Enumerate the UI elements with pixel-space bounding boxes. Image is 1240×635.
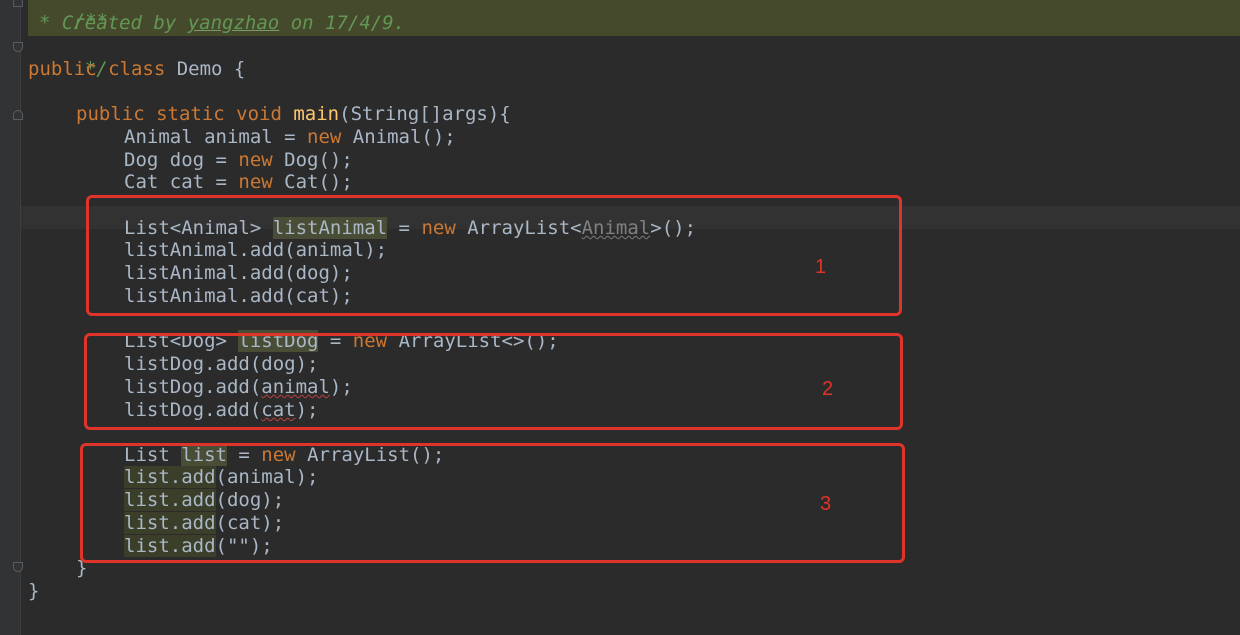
annotation-label-3: 3 — [820, 493, 832, 515]
code-line: * Created by yangzhao on 17/4/9. — [39, 12, 406, 34]
annotation-label-2: 2 — [822, 378, 834, 400]
code-line: /** — [28, 0, 108, 32]
annotation-box-3 — [80, 443, 905, 563]
comment-date: on 17/4/9. — [290, 12, 406, 34]
code-editor[interactable]: /** * Created by yangzhao on 17/4/9. */ … — [0, 0, 1240, 635]
line-gutter — [0, 0, 23, 635]
comment-author: yangzhao — [187, 12, 280, 34]
annotation-box-1 — [86, 195, 902, 316]
code-line: Animal animal = new Animal(); — [124, 126, 456, 148]
code-line: */ — [39, 35, 108, 80]
class-name: Demo { — [176, 58, 246, 80]
annotation-label-1: 1 — [815, 256, 827, 278]
keyword: public static void — [76, 103, 282, 125]
code-line: Dog dog = new Dog(); — [124, 149, 353, 171]
comment-text: Created by — [61, 12, 177, 34]
fold-icon[interactable] — [13, 110, 23, 120]
method-args: (String[]args){ — [339, 103, 511, 125]
code-line: public class Demo { — [28, 58, 245, 81]
annotation-box-2 — [84, 333, 903, 430]
fold-icon[interactable] — [13, 42, 23, 52]
keyword: public class — [28, 58, 166, 80]
code-line: public static void main(String[]args){ — [76, 103, 511, 126]
method-name: main — [293, 103, 340, 125]
code-line: Cat cat = new Cat(); — [124, 171, 353, 193]
fold-icon[interactable] — [13, 562, 23, 572]
code-line: } — [28, 580, 40, 602]
fold-icon[interactable] — [13, 0, 23, 7]
